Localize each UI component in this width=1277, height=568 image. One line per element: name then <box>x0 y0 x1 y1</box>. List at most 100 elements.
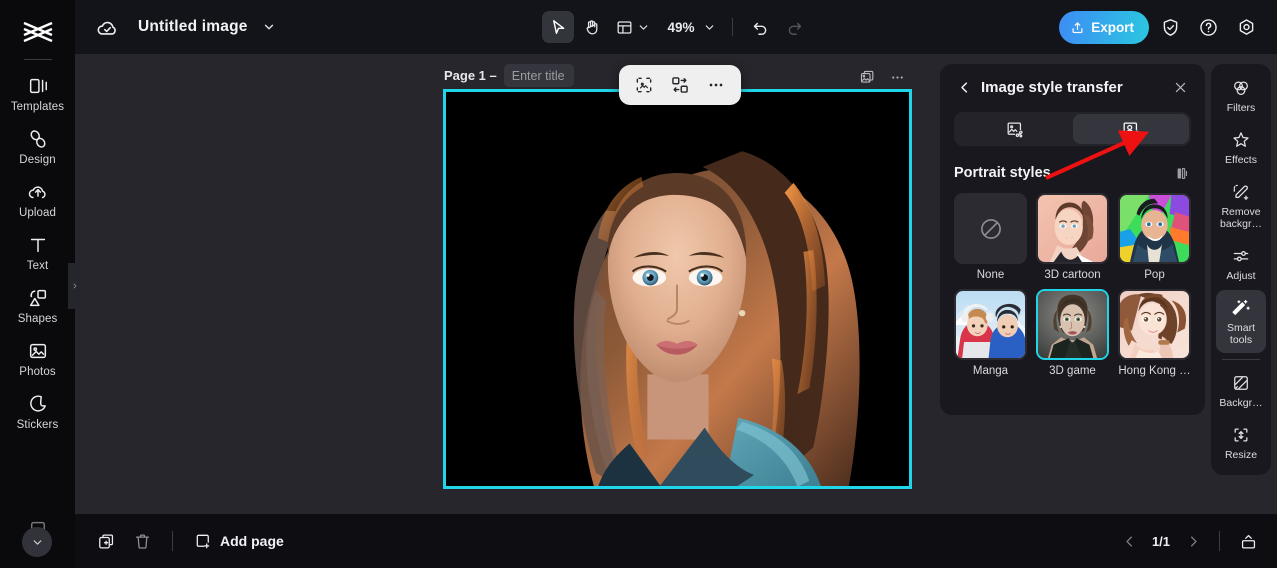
image-style-transfer-panel: Image style transfer Portrait styles Non… <box>940 64 1205 415</box>
photos-icon <box>27 340 49 362</box>
style-label: 3D cartoon <box>1044 269 1101 281</box>
duplicate-image-icon[interactable] <box>855 65 879 89</box>
sidebar-item-label: Design <box>19 154 56 166</box>
bottom-panel-toggle-icon[interactable] <box>1233 526 1263 556</box>
page-header: Page 1 – <box>444 64 574 87</box>
capcut-logo-icon[interactable] <box>15 10 61 54</box>
undo-button[interactable] <box>744 11 776 43</box>
duplicate-page-icon[interactable] <box>91 526 121 556</box>
page-title-input[interactable] <box>503 64 574 87</box>
section-title: Portrait styles <box>954 165 1051 181</box>
hand-tool-button[interactable] <box>576 11 608 43</box>
tool-adjust[interactable]: Adjust <box>1216 238 1266 289</box>
select-tool-button[interactable] <box>542 11 574 43</box>
portrait-styles-grid: None 3D cartoon Pop Manga 3D game Hong K… <box>954 193 1191 377</box>
sidebar-item-photos[interactable]: Photos <box>7 333 69 384</box>
bottom-toolbar: Add page 1/1 <box>75 514 1277 568</box>
bottom-divider <box>172 531 173 551</box>
style-thumbnail <box>954 193 1027 264</box>
canvas-selection-frame[interactable] <box>443 89 912 489</box>
toolbar-divider <box>732 18 733 36</box>
upload-cloud-icon <box>27 181 49 203</box>
sidebar-item-label: Stickers <box>16 419 59 431</box>
sidebar-collapse-button[interactable] <box>22 527 52 557</box>
next-page-button[interactable] <box>1180 528 1206 554</box>
shapes-icon <box>27 287 49 309</box>
tool-label: Filters <box>1226 102 1256 114</box>
sidebar-item-label: Shapes <box>17 313 58 325</box>
tool-filters[interactable]: Filters <box>1216 70 1266 121</box>
more-horizontal-icon[interactable] <box>701 70 731 100</box>
sidebar-item-label: Photos <box>19 366 56 378</box>
trash-icon[interactable] <box>127 526 157 556</box>
sidebar-item-upload[interactable]: Upload <box>7 174 69 225</box>
style-thumbnail <box>1036 193 1109 264</box>
tool-resize[interactable]: Resize <box>1216 417 1266 468</box>
scene-style-tab[interactable] <box>956 114 1073 144</box>
sidebar-item-shapes[interactable]: Shapes <box>7 280 69 331</box>
add-page-button[interactable]: Add page <box>188 527 290 555</box>
tool-smart-tools[interactable]: Smart tools <box>1216 290 1266 353</box>
style-thumbnail <box>1118 289 1191 360</box>
layout-tool-button[interactable] <box>610 11 655 43</box>
cloud-saved-icon[interactable] <box>95 15 120 40</box>
sidebar-item-label: Upload <box>18 207 57 219</box>
style-cell-hong-kong[interactable]: Hong Kong … <box>1118 289 1191 377</box>
chevron-down-icon[interactable] <box>262 20 276 34</box>
tool-label: Adjust <box>1226 270 1256 282</box>
app-root: Templates Design Upload Text Shapes Phot… <box>0 0 1277 568</box>
templates-icon <box>27 75 49 97</box>
page-navigation: 1/1 <box>1116 526 1263 556</box>
style-cell-3d-cartoon[interactable]: 3D cartoon <box>1036 193 1109 281</box>
tool-background[interactable]: Backgr… <box>1216 365 1266 416</box>
style-cell-manga[interactable]: Manga <box>954 289 1027 377</box>
crop-select-icon[interactable] <box>629 70 659 100</box>
prev-page-button[interactable] <box>1116 528 1142 554</box>
style-label: Pop <box>1144 269 1165 281</box>
sidebar-item-text[interactable]: Text <box>7 227 69 278</box>
chevron-left-icon[interactable] <box>954 77 974 97</box>
style-cell-pop[interactable]: Pop <box>1118 193 1191 281</box>
style-label: Hong Kong … <box>1118 365 1191 377</box>
replace-image-icon[interactable] <box>665 70 695 100</box>
design-icon <box>27 128 49 150</box>
more-horizontal-icon[interactable] <box>885 65 909 89</box>
tool-remove-background[interactable]: Remove backgr… <box>1216 174 1266 237</box>
shield-check-icon[interactable] <box>1153 10 1187 44</box>
redo-button[interactable] <box>778 11 810 43</box>
style-label: None <box>976 269 1005 281</box>
export-button[interactable]: Export <box>1059 10 1149 44</box>
portrait-styles-header: Portrait styles <box>954 163 1191 183</box>
tool-label: Resize <box>1224 449 1258 461</box>
zoom-level: 49% <box>667 19 695 35</box>
zoom-control[interactable]: 49% <box>657 11 721 43</box>
add-page-label: Add page <box>220 533 284 549</box>
style-cell-none[interactable]: None <box>954 193 1027 281</box>
style-label: Manga <box>972 365 1009 377</box>
tool-effects[interactable]: Effects <box>1216 122 1266 173</box>
gear-icon[interactable] <box>1229 10 1263 44</box>
portrait-style-tab[interactable] <box>1072 114 1189 144</box>
close-icon[interactable] <box>1169 76 1191 98</box>
style-mode-segmented-control <box>954 112 1191 146</box>
left-sidebar: Templates Design Upload Text Shapes Phot… <box>0 0 75 568</box>
bottom-divider <box>1219 531 1220 551</box>
portrait-image[interactable] <box>446 92 909 487</box>
style-thumbnail <box>954 289 1027 360</box>
page-label: Page 1 – <box>444 68 497 83</box>
bottom-left-actions: Add page <box>91 526 290 556</box>
panel-expand-handle[interactable] <box>68 263 82 309</box>
sidebar-item-stickers[interactable]: Stickers <box>7 386 69 437</box>
export-label: Export <box>1091 19 1134 35</box>
compare-split-icon[interactable] <box>1171 163 1191 183</box>
tool-rail-divider <box>1222 359 1260 360</box>
question-circle-icon[interactable] <box>1191 10 1225 44</box>
image-floating-toolbar <box>619 65 741 105</box>
sidebar-item-design[interactable]: Design <box>7 121 69 172</box>
style-cell-3d-game[interactable]: 3D game <box>1036 289 1109 377</box>
document-title[interactable]: Untitled image <box>138 18 248 36</box>
sidebar-item-templates[interactable]: Templates <box>7 68 69 119</box>
tool-label: Effects <box>1225 154 1257 166</box>
style-thumbnail <box>1036 289 1109 360</box>
tool-label: Backgr… <box>1219 397 1263 409</box>
